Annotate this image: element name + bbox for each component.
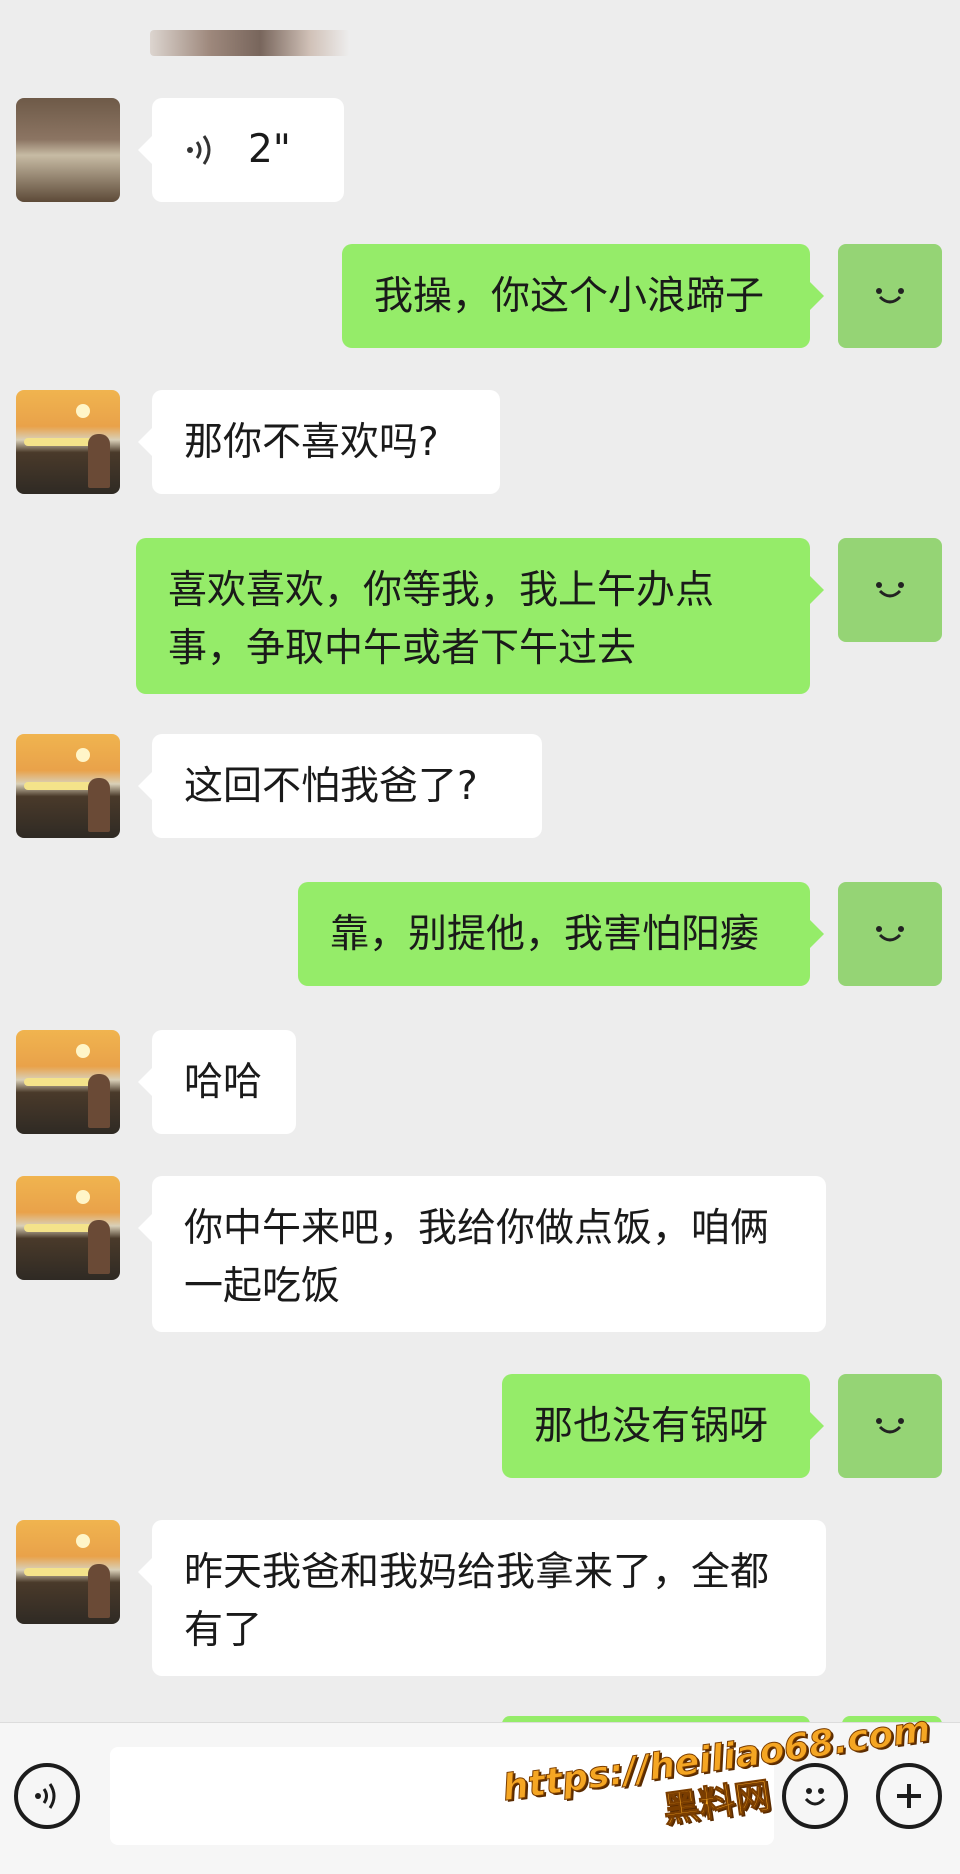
voice-message-bubble[interactable]: 2": [138, 98, 344, 202]
input-bar: [0, 1722, 960, 1874]
outgoing-message-bubble[interactable]: 那也没有锅呀: [502, 1374, 824, 1478]
incoming-message-bubble[interactable]: 那你不喜欢吗?: [138, 390, 500, 494]
message-text: 我操，你这个小浪蹄子: [374, 274, 765, 319]
outgoing-message-bubble[interactable]: 靠，别提他，我害怕阳痿: [298, 882, 824, 986]
chat-area: 2" 我操，你这个小浪蹄子 那你不喜欢吗? 喜欢喜欢，你等我，我上午办点事，争取…: [0, 0, 960, 1726]
self-avatar[interactable]: [838, 882, 942, 986]
message-text: 昨天我爸和我妈给我拿来了，全都有了: [184, 1550, 770, 1653]
smile-icon: [876, 582, 904, 598]
emoji-icon: [804, 1788, 826, 1806]
plus-icon: [897, 1784, 921, 1808]
voice-input-button[interactable]: [14, 1763, 80, 1829]
self-avatar[interactable]: [838, 1374, 942, 1478]
contact-avatar[interactable]: [16, 1030, 120, 1134]
contact-avatar[interactable]: [16, 734, 120, 838]
contact-avatar[interactable]: [16, 98, 120, 202]
message-text: 那也没有锅呀: [534, 1404, 769, 1449]
self-avatar[interactable]: [838, 538, 942, 642]
message-text: 你中午来吧，我给你做点饭，咱俩一起吃饭: [184, 1206, 770, 1309]
incoming-message-bubble[interactable]: 哈哈: [138, 1030, 296, 1134]
message-text: 那你不喜欢吗?: [184, 420, 439, 465]
incoming-message-bubble[interactable]: 昨天我爸和我妈给我拿来了，全都有了: [138, 1520, 826, 1676]
voice-duration: 2": [248, 127, 291, 172]
message-text: 靠，别提他，我害怕阳痿: [330, 912, 760, 957]
plus-button[interactable]: [876, 1763, 942, 1829]
contact-avatar[interactable]: [16, 1520, 120, 1624]
outgoing-message-bubble[interactable]: 喜欢喜欢，你等我，我上午办点事，争取中午或者下午过去: [136, 538, 824, 694]
message-text: 这回不怕我爸了?: [184, 764, 478, 809]
voice-icon: [35, 1783, 56, 1809]
smile-icon: [876, 926, 904, 942]
smile-icon: [876, 288, 904, 304]
message-text: 哈哈: [184, 1060, 263, 1105]
contact-avatar[interactable]: [16, 1176, 120, 1280]
message-text: 喜欢喜欢，你等我，我上午办点事，争取中午或者下午过去: [168, 568, 715, 671]
message-input[interactable]: [110, 1747, 774, 1845]
emoji-button[interactable]: [782, 1763, 848, 1829]
incoming-message-bubble[interactable]: 你中午来吧，我给你做点饭，咱俩一起吃饭: [138, 1176, 826, 1332]
self-avatar[interactable]: [838, 244, 942, 348]
outgoing-message-bubble[interactable]: 我操，你这个小浪蹄子: [342, 244, 824, 348]
contact-avatar[interactable]: [16, 390, 120, 494]
smile-icon: [876, 1418, 904, 1434]
incoming-message-bubble[interactable]: 这回不怕我爸了?: [138, 734, 542, 838]
voice-wave-icon: [187, 135, 211, 165]
